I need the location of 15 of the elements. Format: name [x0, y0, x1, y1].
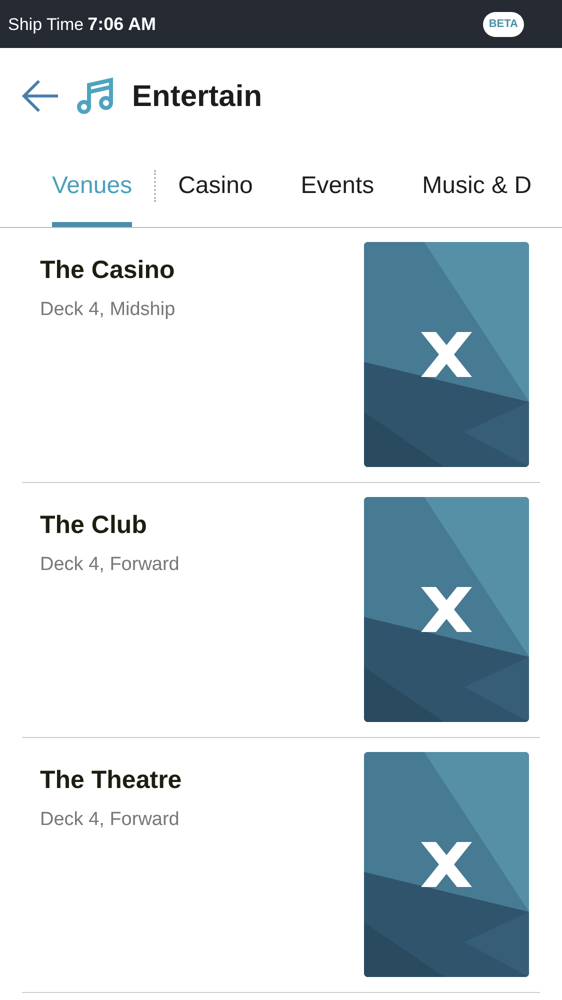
ship-time: 7:06 AM: [88, 12, 156, 36]
venue-name[interactable]: The Theatre: [40, 762, 182, 800]
venue-name[interactable]: The Club: [40, 507, 180, 544]
tab[interactable]: Casino: [178, 144, 253, 227]
venue-location: Deck 4, Forward: [40, 808, 180, 832]
tab[interactable]: Music & D: [422, 144, 532, 227]
music-note-icon: [76, 77, 116, 115]
ship-time-label: Ship Time: [8, 14, 84, 36]
beta-badge: BETA: [482, 12, 524, 36]
venue-name[interactable]: The Casino: [40, 252, 176, 290]
tab[interactable]: Events: [300, 144, 374, 227]
venue-location: Deck 4, Forward: [40, 552, 180, 576]
back-arrow-icon[interactable]: [22, 79, 60, 113]
page-title: Entertain: [132, 78, 262, 114]
venue-location: Deck 4, Midship: [40, 298, 176, 322]
